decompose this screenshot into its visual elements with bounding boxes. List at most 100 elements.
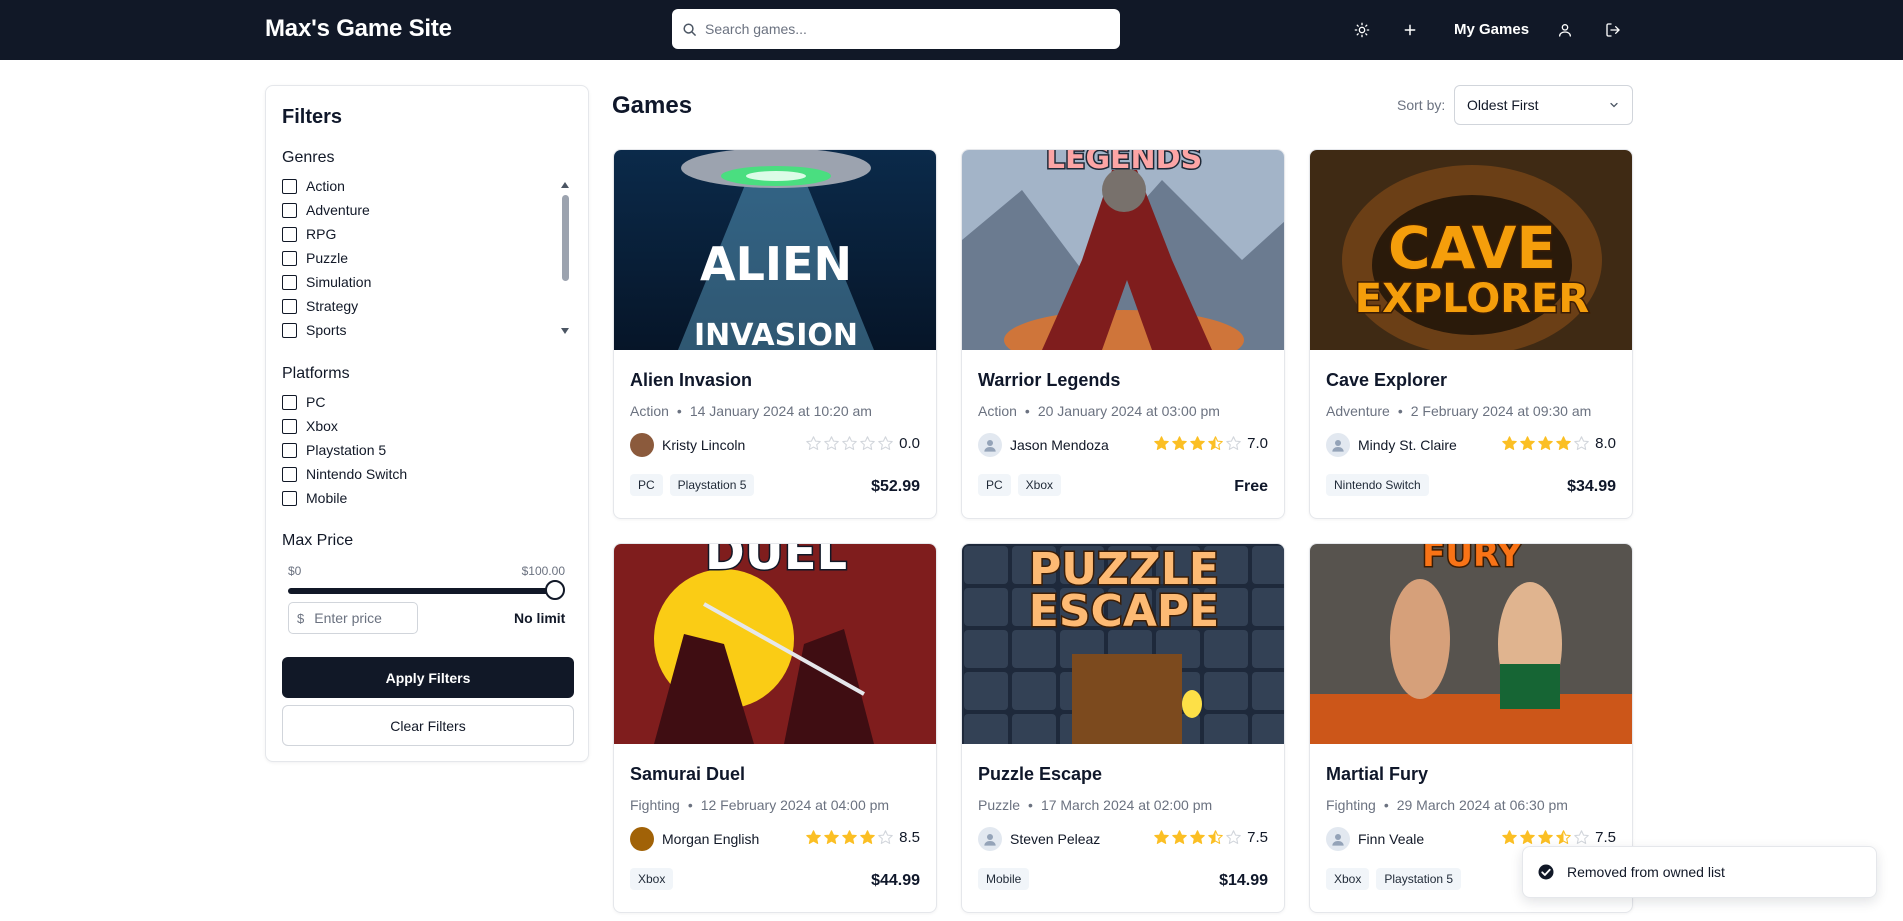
platform-tag: Nintendo Switch bbox=[1326, 474, 1429, 496]
genre-checkbox[interactable] bbox=[282, 322, 297, 338]
search-input[interactable] bbox=[705, 21, 1085, 37]
cover-art: CAVEEXPLORER bbox=[1310, 150, 1632, 350]
search-bar[interactable] bbox=[672, 9, 1120, 49]
star-empty-icon bbox=[1574, 830, 1589, 844]
star-empty-icon bbox=[1226, 436, 1241, 450]
avatar bbox=[1326, 433, 1350, 457]
platform-label: Playstation 5 bbox=[306, 442, 387, 458]
price-range-labels: $0 $100.00 bbox=[288, 564, 565, 578]
game-card[interactable]: LEGENDS Warrior Legends Action • 20 January … bbox=[961, 149, 1285, 519]
user-placeholder-icon bbox=[984, 440, 996, 452]
genre-option[interactable]: Adventure bbox=[282, 200, 370, 220]
game-cover-image[interactable]: DUEL bbox=[614, 544, 936, 744]
my-games-link[interactable]: My Games bbox=[1454, 21, 1529, 38]
platform-option[interactable]: Xbox bbox=[282, 416, 338, 436]
user-icon bbox=[1559, 24, 1571, 37]
game-card[interactable]: ALIEN INVASION Alien Invasion Action • 14 Jan… bbox=[613, 149, 937, 519]
price-min-label: $0 bbox=[288, 564, 302, 578]
game-owner: Steven Peleaz bbox=[978, 827, 1100, 851]
genre-option[interactable]: Sports bbox=[282, 320, 346, 340]
logout-button[interactable] bbox=[1599, 16, 1627, 44]
game-cover-image[interactable]: LEGENDS bbox=[962, 150, 1284, 350]
platform-option[interactable]: Playstation 5 bbox=[282, 440, 386, 460]
scroll-up-icon[interactable] bbox=[560, 181, 570, 189]
price-slider-track[interactable] bbox=[288, 588, 554, 594]
game-cover-image[interactable]: PUZZLE ESCAPE bbox=[962, 544, 1284, 744]
game-cover-image[interactable]: CAVE EXPLORER bbox=[1310, 150, 1632, 350]
genre-checkbox[interactable] bbox=[282, 274, 297, 290]
genre-scroll-thumb[interactable] bbox=[562, 195, 569, 281]
genre-option[interactable]: RPG bbox=[282, 224, 336, 244]
star-filled-icon bbox=[1556, 436, 1571, 450]
logout-icon bbox=[1606, 23, 1620, 37]
game-cover-image[interactable]: ALIEN INVASION bbox=[614, 150, 936, 350]
svg-text:ESCAPE: ESCAPE bbox=[1029, 586, 1219, 637]
svg-text:INVASION: INVASION bbox=[694, 318, 858, 350]
genre-label: Action bbox=[306, 178, 345, 194]
platform-checkbox[interactable] bbox=[282, 490, 297, 506]
genre-checkbox[interactable] bbox=[282, 250, 297, 266]
owner-name: Jason Mendoza bbox=[1010, 437, 1109, 453]
genre-checkbox[interactable] bbox=[282, 298, 297, 314]
platform-checkbox[interactable] bbox=[282, 418, 297, 434]
price-field[interactable]: $ bbox=[288, 602, 418, 634]
genre-option[interactable]: Simulation bbox=[282, 272, 371, 292]
platform-checkbox[interactable] bbox=[282, 466, 297, 482]
svg-text:FURY: FURY bbox=[1422, 544, 1522, 575]
platform-option[interactable]: Mobile bbox=[282, 488, 347, 508]
platform-tag: PC bbox=[978, 474, 1011, 496]
theme-toggle-button[interactable] bbox=[1348, 16, 1376, 44]
avatar bbox=[978, 433, 1002, 457]
game-title[interactable]: Samurai Duel bbox=[630, 764, 745, 785]
profile-button[interactable] bbox=[1551, 16, 1579, 44]
game-price: Free bbox=[1234, 478, 1268, 495]
star-empty-icon bbox=[1574, 436, 1589, 450]
game-card[interactable]: CAVE EXPLORER Cave Explorer Adventure • 2 Feb… bbox=[1309, 149, 1633, 519]
game-card[interactable]: PUZZLE ESCAPE Puzzle Escape Puzzle • 17 March… bbox=[961, 543, 1285, 913]
scroll-down-icon[interactable] bbox=[560, 327, 570, 335]
star-filled-icon bbox=[1520, 830, 1535, 844]
add-game-button[interactable] bbox=[1396, 16, 1424, 44]
platform-checkbox[interactable] bbox=[282, 442, 297, 458]
genre-option[interactable]: Action bbox=[282, 176, 345, 196]
game-title[interactable]: Alien Invasion bbox=[630, 370, 752, 391]
game-title[interactable]: Puzzle Escape bbox=[978, 764, 1102, 785]
game-meta: Action • 20 January 2024 at 03:00 pm bbox=[978, 403, 1220, 419]
genre-checkbox[interactable] bbox=[282, 202, 297, 218]
game-genre: Action bbox=[978, 403, 1017, 419]
game-cover-image[interactable]: FURY bbox=[1310, 544, 1632, 744]
game-card[interactable]: DUEL Samurai Duel Fighting • 12 February 202… bbox=[613, 543, 937, 913]
platform-label: Mobile bbox=[306, 490, 348, 506]
game-meta: Action • 14 January 2024 at 10:20 am bbox=[630, 403, 872, 419]
star-filled-icon bbox=[1154, 436, 1169, 450]
game-title[interactable]: Warrior Legends bbox=[978, 370, 1120, 391]
clear-filters-button[interactable]: Clear Filters bbox=[282, 705, 574, 746]
star-empty-icon bbox=[878, 436, 893, 450]
avatar bbox=[630, 827, 654, 851]
game-title[interactable]: Cave Explorer bbox=[1326, 370, 1447, 391]
game-owner: Jason Mendoza bbox=[978, 433, 1109, 457]
no-limit-label: No limit bbox=[514, 610, 566, 626]
price-slider-thumb[interactable] bbox=[545, 580, 565, 600]
genre-checkbox[interactable] bbox=[282, 226, 297, 242]
game-title[interactable]: Martial Fury bbox=[1326, 764, 1428, 785]
platform-option[interactable]: Nintendo Switch bbox=[282, 464, 407, 484]
platform-option[interactable]: PC bbox=[282, 392, 325, 412]
platform-tag: Xbox bbox=[630, 868, 674, 890]
game-genre: Adventure bbox=[1326, 403, 1390, 419]
platform-checkbox[interactable] bbox=[282, 394, 297, 410]
genre-checkbox[interactable] bbox=[282, 178, 297, 194]
site-brand[interactable]: Max's Game Site bbox=[265, 15, 452, 43]
platform-label: Nintendo Switch bbox=[306, 466, 408, 482]
owner-name: Finn Veale bbox=[1358, 831, 1425, 847]
toast-notification: Removed from owned list bbox=[1522, 846, 1877, 898]
avatar bbox=[978, 827, 1002, 851]
apply-filters-button[interactable]: Apply Filters bbox=[282, 657, 574, 698]
sort-dropdown[interactable]: Oldest First bbox=[1454, 85, 1633, 125]
genre-label: RPG bbox=[306, 226, 337, 242]
game-price: $44.99 bbox=[871, 872, 920, 889]
genre-option[interactable]: Puzzle bbox=[282, 248, 348, 268]
price-input[interactable] bbox=[314, 610, 410, 626]
genre-option[interactable]: Strategy bbox=[282, 296, 358, 316]
rating-stars bbox=[1501, 829, 1591, 846]
